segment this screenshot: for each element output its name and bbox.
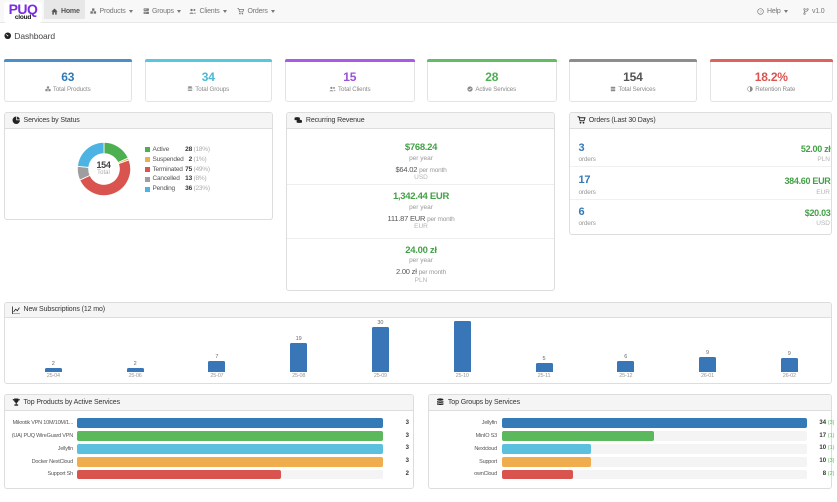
svg-text:?: ?	[759, 8, 762, 13]
